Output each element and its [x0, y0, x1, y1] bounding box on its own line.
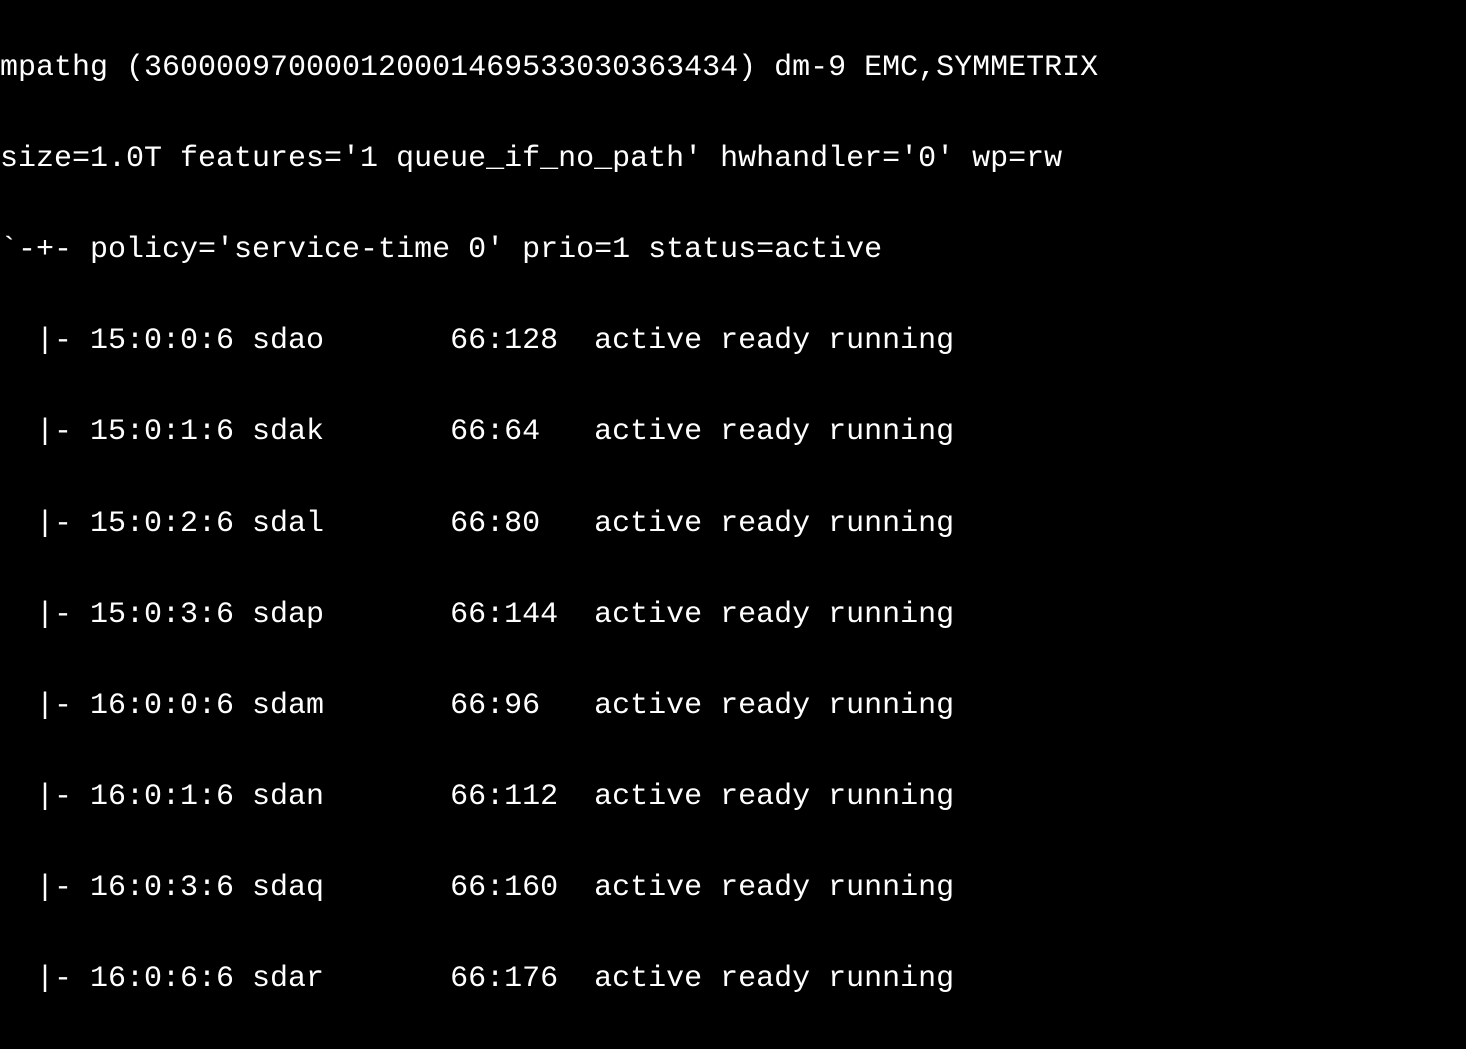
multipath-path-row: |- 16:0:6:6 sdar 66:176 active ready run…	[0, 957, 1466, 1003]
multipath-path-row: |- 15:0:1:6 sdak 66:64 active ready runn…	[0, 410, 1466, 456]
multipath-path-row: |- 15:0:3:6 sdap 66:144 active ready run…	[0, 593, 1466, 639]
multipath-path-row: |- 16:0:0:6 sdam 66:96 active ready runn…	[0, 684, 1466, 730]
multipath-header: mpathg (36000097000012000146953303036343…	[0, 46, 1466, 92]
multipath-size-line: size=1.0T features='1 queue_if_no_path' …	[0, 137, 1466, 183]
multipath-path-row: |- 15:0:0:6 sdao 66:128 active ready run…	[0, 319, 1466, 365]
terminal-output: mpathg (36000097000012000146953303036343…	[0, 0, 1466, 1049]
multipath-policy-line: `-+- policy='service-time 0' prio=1 stat…	[0, 228, 1466, 274]
multipath-path-row: |- 15:0:2:6 sdal 66:80 active ready runn…	[0, 502, 1466, 548]
multipath-path-row: |- 16:0:1:6 sdan 66:112 active ready run…	[0, 775, 1466, 821]
multipath-path-row: |- 16:0:3:6 sdaq 66:160 active ready run…	[0, 866, 1466, 912]
